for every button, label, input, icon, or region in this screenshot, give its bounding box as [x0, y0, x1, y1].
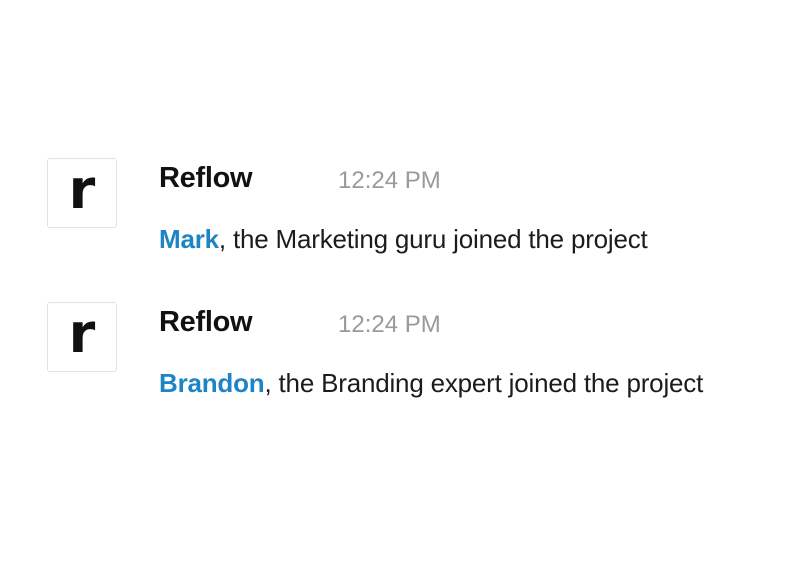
avatar[interactable]: r	[47, 302, 117, 372]
avatar-letter: r	[68, 302, 96, 365]
message-body: , the Marketing guru joined the project	[218, 224, 648, 254]
sender-name[interactable]: Reflow	[159, 160, 253, 196]
sender-name[interactable]: Reflow	[159, 304, 253, 340]
message-item: r Reflow 12:24 PM Mark, the Marketing gu…	[0, 158, 812, 268]
avatar-letter: r	[68, 158, 96, 221]
message-text: Mark, the Marketing guru joined the proj…	[159, 222, 648, 256]
message-feed: r Reflow 12:24 PM Mark, the Marketing gu…	[0, 0, 812, 562]
message-timestamp[interactable]: 12:24 PM	[338, 310, 441, 340]
user-mention-link[interactable]: Mark	[159, 224, 219, 254]
message-timestamp[interactable]: 12:24 PM	[338, 166, 441, 196]
avatar[interactable]: r	[47, 158, 117, 228]
message-item: r Reflow 12:24 PM Brandon, the Branding …	[0, 302, 812, 412]
message-text: Brandon, the Branding expert joined the …	[159, 366, 703, 400]
user-mention-link[interactable]: Brandon	[159, 368, 265, 398]
message-body: , the Branding expert joined the project	[264, 368, 704, 398]
